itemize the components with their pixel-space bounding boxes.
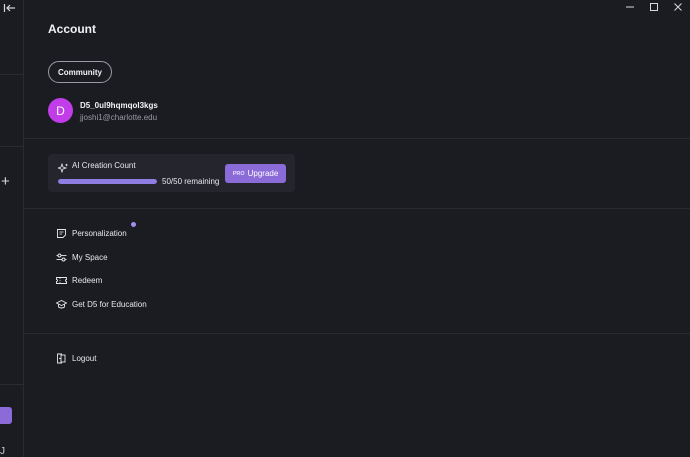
ai-creation-progress-fill xyxy=(58,179,157,184)
menu-label: Get D5 for Education xyxy=(72,299,147,309)
account-panel: Account Community D D5_0ul9hqmqol3kgs jj… xyxy=(24,0,690,457)
rail-action-button[interactable] xyxy=(0,407,12,424)
menu-label: Personalization xyxy=(72,228,127,238)
plus-icon[interactable]: + xyxy=(1,174,13,189)
menu-label: Redeem xyxy=(72,275,103,285)
menu-item-personalization[interactable]: Personalization xyxy=(56,226,127,240)
sparkle-icon xyxy=(56,160,68,174)
ai-creation-progress xyxy=(58,179,157,184)
ai-creation-card: AI Creation Count 50/50 remaining PRO Up… xyxy=(48,154,295,192)
menu-label: My Space xyxy=(72,252,108,262)
ticket-icon xyxy=(56,275,67,286)
ai-creation-label: AI Creation Count xyxy=(72,161,136,170)
logout-icon xyxy=(56,353,67,364)
note-icon xyxy=(56,228,67,239)
user-email: jjoshi1@charlotte.edu xyxy=(80,113,158,122)
rail-divider xyxy=(0,146,24,147)
section-divider xyxy=(24,333,690,334)
upgrade-label: Upgrade xyxy=(247,169,279,178)
community-button[interactable]: Community xyxy=(48,61,112,83)
logout-button[interactable]: Logout xyxy=(56,351,96,365)
user-name: D5_0ul9hqmqol3kgs xyxy=(80,101,158,110)
rail-divider xyxy=(0,74,24,75)
left-rail: + J xyxy=(0,0,24,457)
avatar[interactable]: D xyxy=(48,98,73,123)
upgrade-button[interactable]: PRO Upgrade xyxy=(225,164,286,183)
section-divider xyxy=(24,208,690,209)
pro-badge: PRO xyxy=(232,170,245,177)
menu-item-education[interactable]: Get D5 for Education xyxy=(56,297,147,311)
menu-item-redeem[interactable]: Redeem xyxy=(56,273,102,287)
menu-item-my-space[interactable]: My Space xyxy=(56,250,108,264)
rail-label: J xyxy=(0,446,5,457)
collapse-sidebar-icon[interactable] xyxy=(3,1,17,13)
menu-label: Logout xyxy=(72,353,97,363)
section-divider xyxy=(24,138,690,139)
page-title: Account xyxy=(48,22,96,36)
notification-dot xyxy=(131,222,136,227)
ai-creation-remaining: 50/50 remaining xyxy=(162,177,220,186)
sliders-icon xyxy=(56,252,67,263)
rail-divider xyxy=(0,384,24,385)
graduation-cap-icon xyxy=(56,299,67,310)
